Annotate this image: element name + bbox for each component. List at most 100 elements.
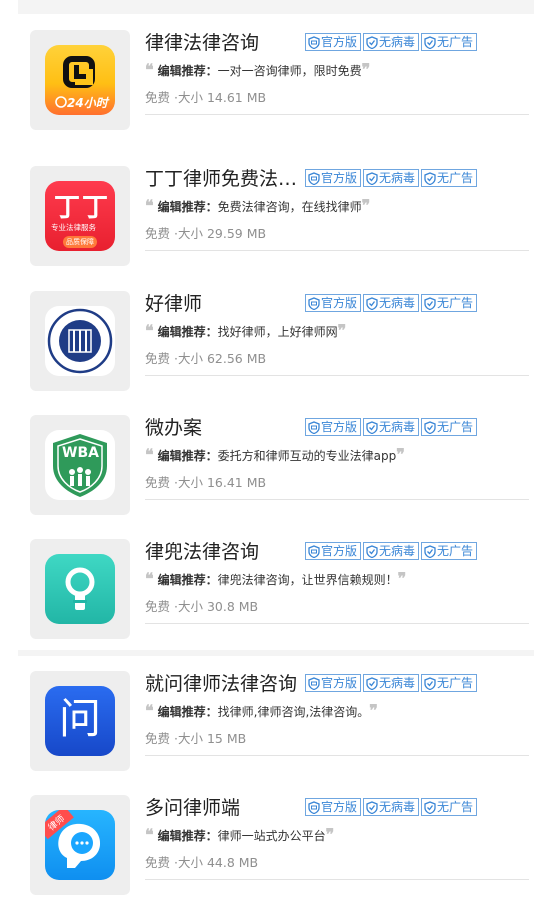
no-virus-badge: 无病毒	[363, 33, 420, 51]
price: 免费	[145, 475, 171, 490]
app-icon-frame[interactable]: 丁丁 专业法律服务 品质保障	[30, 166, 130, 266]
shield-check-icon	[424, 676, 436, 690]
no-ads-badge: 无广告	[421, 33, 478, 51]
wba-shield-icon: WBA	[45, 430, 115, 500]
rec-text: 找好律师，上好律师网	[217, 325, 338, 339]
shield-check-icon	[424, 420, 436, 434]
rec-text: 一对一咨询律师，限时免费	[217, 64, 362, 78]
shield-check-icon	[424, 544, 436, 558]
shield-check-icon	[424, 171, 436, 185]
no-ads-badge: 无广告	[421, 294, 478, 312]
app-meta: 免费 ·大小 14.61 MB	[145, 90, 266, 106]
price: 免费	[145, 351, 171, 366]
app-icon-frame[interactable]	[30, 291, 130, 391]
rec-text: 律兜法律咨询，让世界信赖规则！	[217, 573, 398, 587]
shield-check-icon	[366, 676, 378, 690]
row-divider	[145, 623, 529, 624]
app-icon-frame[interactable]: 律师	[30, 795, 130, 895]
rec-label: 编辑推荐：	[157, 573, 218, 587]
rec-label: 编辑推荐：	[157, 829, 218, 843]
shield-icon	[308, 800, 320, 814]
app-title[interactable]: 好律师	[145, 293, 305, 315]
close-quote-icon: ❞	[397, 569, 407, 588]
icon-label: 丁丁	[54, 193, 111, 223]
official-badge: 官方版	[305, 33, 362, 51]
app-icon-frame[interactable]: WBA	[30, 415, 130, 515]
close-quote-icon: ❞	[325, 825, 335, 844]
app-title[interactable]: 丁丁律师免费法律咨询	[145, 168, 305, 190]
open-quote-icon: ❝	[145, 445, 154, 464]
app-icon-frame[interactable]: 问	[30, 671, 130, 771]
badge-group: 官方版 无病毒 无广告	[305, 33, 478, 51]
size: ·大小 15 MB	[174, 731, 247, 746]
size: ·大小 29.59 MB	[174, 226, 267, 241]
row-divider	[145, 879, 529, 880]
badge-group: 官方版 无病毒 无广告	[305, 674, 478, 692]
no-ads-badge: 无广告	[421, 798, 478, 816]
app-meta: 免费 ·大小 62.56 MB	[145, 351, 266, 367]
close-quote-icon: ❞	[337, 321, 347, 340]
icon-label: 24小时	[67, 96, 108, 110]
app-title[interactable]: 就问律师法律咨询	[145, 673, 305, 695]
shield-check-icon	[366, 35, 378, 49]
group-divider	[18, 650, 534, 656]
badge-group: 官方版 无病毒 无广告	[305, 169, 478, 187]
shield-check-icon	[424, 35, 436, 49]
no-virus-badge: 无病毒	[363, 418, 420, 436]
open-quote-icon: ❝	[145, 321, 154, 340]
open-quote-icon: ❝	[145, 701, 154, 720]
badge-group: 官方版 无病毒 无广告	[305, 798, 478, 816]
no-ads-badge: 无广告	[421, 169, 478, 187]
shield-icon	[308, 544, 320, 558]
app-meta: 免费 ·大小 15 MB	[145, 731, 246, 747]
no-virus-badge: 无病毒	[363, 798, 420, 816]
size: ·大小 16.41 MB	[174, 475, 267, 490]
rec-label: 编辑推荐：	[157, 200, 218, 214]
no-virus-badge: 无病毒	[363, 169, 420, 187]
open-quote-icon: ❝	[145, 569, 154, 588]
lvlv-24h-icon: 24小时	[45, 45, 115, 115]
recommendation: ❝ 编辑推荐：委托方和律师互动的专业法律app❞	[145, 447, 405, 464]
size: ·大小 30.8 MB	[174, 599, 259, 614]
close-quote-icon: ❞	[396, 445, 405, 464]
badge-group: 官方版 无病毒 无广告	[305, 542, 478, 560]
rec-label: 编辑推荐：	[157, 325, 218, 339]
shield-check-icon	[366, 800, 378, 814]
official-badge: 官方版	[305, 798, 362, 816]
official-badge: 官方版	[305, 169, 362, 187]
open-quote-icon: ❝	[145, 196, 154, 215]
shield-icon	[308, 296, 320, 310]
app-title[interactable]: 微办案	[145, 417, 305, 439]
recommendation: ❝ 编辑推荐：律兜法律咨询，让世界信赖规则！❞	[145, 571, 406, 588]
icon-sublabel: 专业法律服务	[51, 223, 96, 232]
shield-check-icon	[366, 171, 378, 185]
recommendation: ❝ 编辑推荐：一对一咨询律师，限时免费❞	[145, 62, 370, 79]
official-badge: 官方版	[305, 542, 362, 560]
official-badge: 官方版	[305, 294, 362, 312]
size: ·大小 44.8 MB	[174, 855, 259, 870]
wen-icon: 问	[45, 686, 115, 756]
shield-check-icon	[366, 544, 378, 558]
price: 免费	[145, 731, 171, 746]
no-virus-badge: 无病毒	[363, 674, 420, 692]
row-divider	[145, 250, 529, 251]
app-meta: 免费 ·大小 30.8 MB	[145, 599, 258, 615]
app-icon-frame[interactable]: 24小时	[30, 30, 130, 130]
recommendation: ❝ 编辑推荐：律师一站式办公平台❞	[145, 827, 334, 844]
no-virus-badge: 无病毒	[363, 542, 420, 560]
shield-icon	[308, 676, 320, 690]
shield-check-icon	[366, 296, 378, 310]
no-virus-badge: 无病毒	[363, 294, 420, 312]
app-title[interactable]: 律兜法律咨询	[145, 541, 305, 563]
app-title[interactable]: 律律法律咨询	[145, 32, 305, 54]
price: 免费	[145, 90, 171, 105]
close-quote-icon: ❞	[361, 60, 371, 79]
dingding-icon: 丁丁 专业法律服务 品质保障	[45, 181, 115, 251]
icon-sublabel: 品质保障	[63, 236, 97, 248]
icon-label: 问	[59, 694, 102, 743]
app-meta: 免费 ·大小 44.8 MB	[145, 855, 258, 871]
app-icon-frame[interactable]	[30, 539, 130, 639]
shield-icon	[308, 420, 320, 434]
app-title[interactable]: 多问律师端	[145, 797, 305, 819]
recommendation: ❝ 编辑推荐：找律师,律师咨询,法律咨询。❞	[145, 703, 378, 720]
